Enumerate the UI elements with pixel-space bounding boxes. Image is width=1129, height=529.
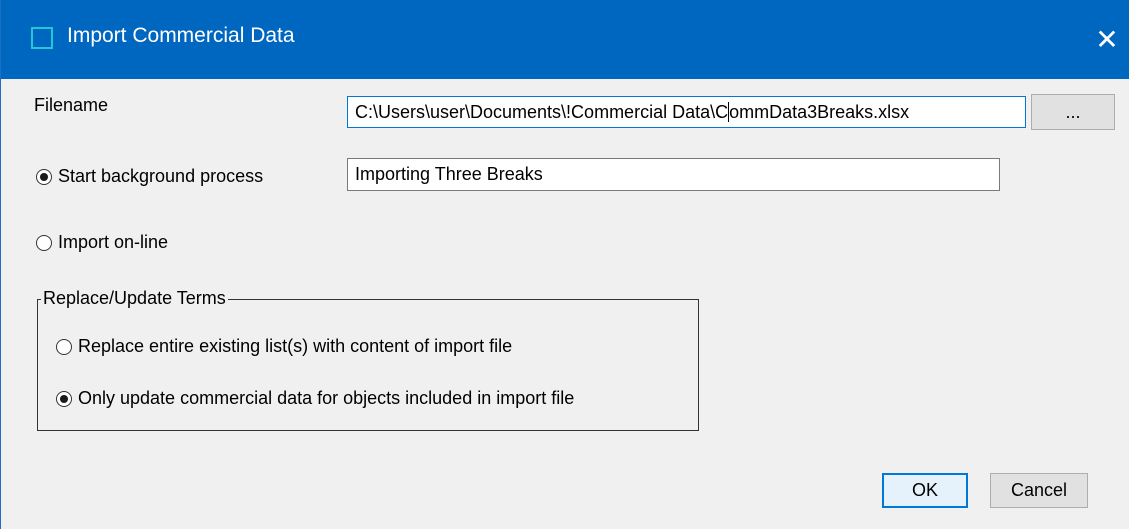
replace-list-radio[interactable]: Replace entire existing list(s) with con… (56, 336, 512, 357)
process-name-input[interactable]: Importing Three Breaks (347, 158, 1000, 191)
update-data-radio[interactable]: Only update commercial data for objects … (56, 388, 574, 409)
import-dialog: Import Commercial Data ✕ Filename C:\Use… (0, 0, 1129, 529)
dialog-body: Filename C:\Users\user\Documents\!Commer… (1, 79, 1129, 529)
import-online-radio[interactable]: Import on-line (36, 232, 168, 253)
close-button[interactable]: ✕ (1084, 0, 1129, 79)
ok-button[interactable]: OK (882, 473, 968, 508)
import-online-label: Import on-line (58, 232, 169, 252)
start-background-radio[interactable]: Start background process (36, 166, 263, 187)
filename-text-before-caret: C:\Users\user\Documents\!Commercial Data… (355, 102, 729, 122)
radio-checked-icon (36, 168, 52, 185)
radio-unchecked-icon (36, 234, 52, 251)
filename-label: Filename (34, 95, 109, 115)
radio-checked-icon (56, 390, 72, 407)
filename-input[interactable]: C:\Users\user\Documents\!Commercial Data… (347, 96, 1026, 128)
filename-text-after-caret: ommData3Breaks.xlsx (729, 102, 910, 122)
cancel-button[interactable]: Cancel (990, 473, 1088, 508)
start-background-label: Start background process (58, 166, 264, 186)
update-data-label: Only update commercial data for objects … (78, 388, 575, 408)
group-title: Replace/Update Terms (41, 288, 228, 309)
browse-button[interactable]: ... (1031, 94, 1115, 130)
dialog-title: Import Commercial Data (67, 24, 295, 47)
radio-unchecked-icon (56, 338, 72, 355)
close-icon: ✕ (1095, 24, 1119, 55)
app-icon (31, 27, 53, 49)
title-bar: Import Commercial Data ✕ (1, 0, 1129, 79)
replace-update-group (37, 299, 699, 431)
replace-list-label: Replace entire existing list(s) with con… (78, 336, 513, 356)
